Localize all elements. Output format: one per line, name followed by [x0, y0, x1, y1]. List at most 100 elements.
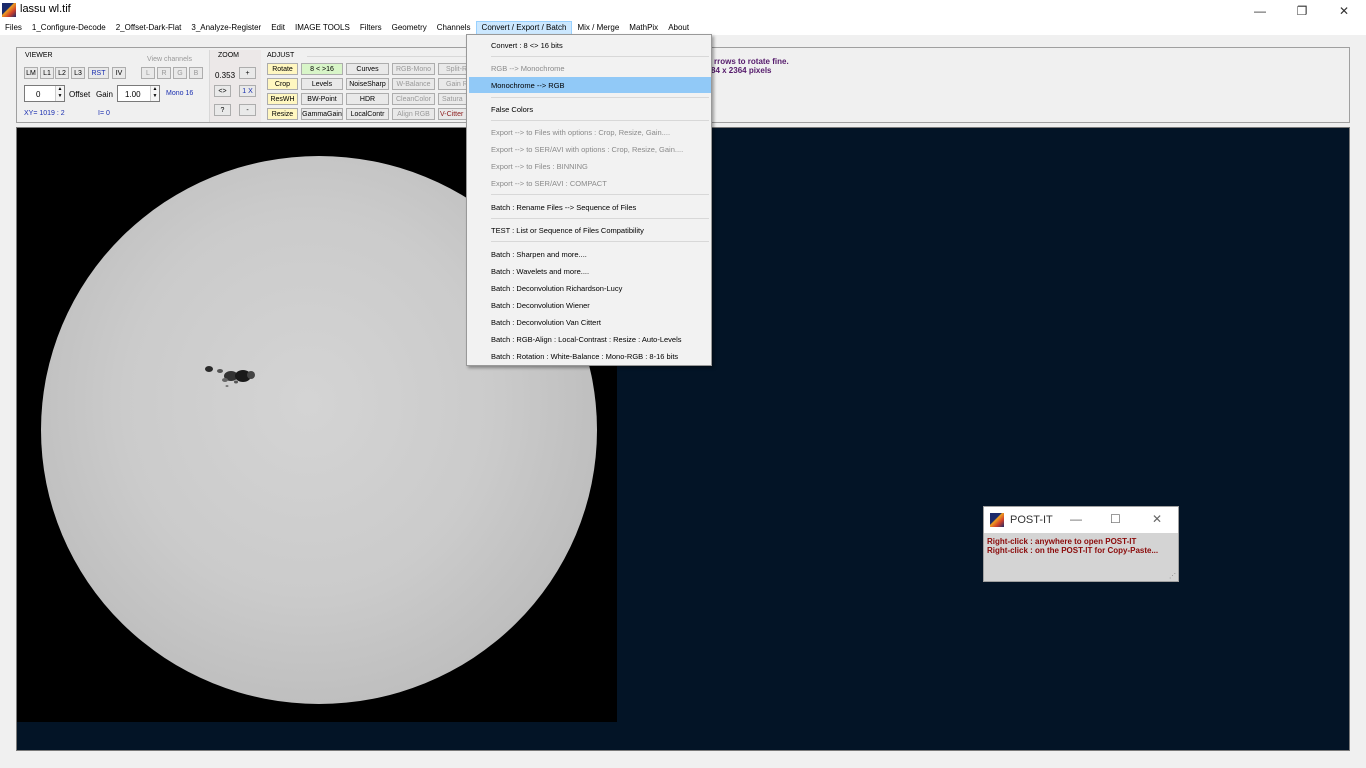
menu-item-batch-rename[interactable]: Batch : Rename Files --> Sequence of Fil…: [491, 203, 636, 212]
menu-item-mono-to-rgb[interactable]: Monochrome --> RGB: [491, 81, 565, 90]
rotate-button[interactable]: Rotate: [267, 63, 298, 75]
crop-button[interactable]: Crop: [267, 78, 298, 90]
menu-item-export-binning[interactable]: Export --> to Files : BINNING: [491, 162, 588, 171]
menu-channels[interactable]: Channels: [432, 21, 476, 35]
hdr-button[interactable]: HDR: [346, 93, 389, 105]
postit-maximize-button[interactable]: ☐: [1110, 512, 1121, 526]
zoom-value: 0.353: [215, 71, 236, 80]
menu-geometry[interactable]: Geometry: [387, 21, 432, 35]
channel-g-button[interactable]: G: [173, 67, 187, 79]
xy-readout: XY= 1019 : 2: [24, 110, 65, 117]
menu-item-rgb-to-mono[interactable]: RGB --> Monochrome: [491, 64, 565, 73]
intensity-readout: I= 0: [98, 110, 110, 117]
zoom-out-button[interactable]: -: [239, 104, 256, 116]
bw-point-button[interactable]: BW-Point: [301, 93, 343, 105]
channel-b-button[interactable]: B: [189, 67, 203, 79]
postit-line-2: Right-click : on the POST-IT for Copy-Pa…: [987, 546, 1159, 555]
menu-item-batch-sharpen[interactable]: Batch : Sharpen and more....: [491, 250, 587, 259]
postit-window[interactable]: POST-IT — ☐ ✕ Right-click : anywhere to …: [983, 506, 1179, 582]
gain-label: Gain: [96, 90, 113, 99]
menu-separator: [491, 97, 709, 98]
rst-button[interactable]: RST: [88, 67, 109, 79]
menu-configure-decode[interactable]: 1_Configure-Decode: [27, 21, 111, 35]
menu-edit[interactable]: Edit: [266, 21, 290, 35]
saturation-button[interactable]: Satura: [438, 93, 468, 105]
align-rgb-button[interactable]: Align RGB: [392, 108, 435, 120]
localcontr-button[interactable]: LocalContr: [346, 108, 389, 120]
noisesharp-button[interactable]: NoiseSharp: [346, 78, 389, 90]
offset-label: Offset: [69, 90, 91, 99]
menu-mix-merge[interactable]: Mix / Merge: [572, 21, 624, 35]
menu-bar: Files 1_Configure-Decode 2_Offset-Dark-F…: [0, 21, 1366, 35]
reswh-button[interactable]: ResWH: [267, 93, 298, 105]
close-button[interactable]: ✕: [1322, 0, 1366, 21]
menu-analyze-register[interactable]: 3_Analyze-Register: [186, 21, 266, 35]
menu-files[interactable]: Files: [0, 21, 27, 35]
stepper-arrows-icon[interactable]: ▲ ▼: [55, 86, 64, 101]
menu-separator: [491, 194, 709, 195]
menu-offset-dark-flat[interactable]: 2_Offset-Dark-Flat: [111, 21, 187, 35]
channel-r-button[interactable]: R: [157, 67, 171, 79]
maximize-button[interactable]: ❐: [1280, 0, 1324, 21]
zoom-help-button[interactable]: ?: [214, 104, 231, 116]
menu-item-test-compatibility[interactable]: TEST : List or Sequence of Files Compati…: [491, 226, 644, 235]
lm-button[interactable]: LM: [24, 67, 38, 79]
menu-image-tools[interactable]: IMAGE TOOLS: [290, 21, 355, 35]
viewer-label: VIEWER: [25, 52, 53, 59]
cleancolor-button[interactable]: CleanColor: [392, 93, 435, 105]
menu-item-batch-deconv-wiener[interactable]: Batch : Deconvolution Wiener: [491, 301, 590, 310]
info-line-size: 84 x 2364 pixels: [711, 66, 772, 75]
bit-convert-button[interactable]: 8 < >16: [301, 63, 343, 75]
gain-value: 1.00: [125, 90, 141, 99]
menu-item-batch-deconv-vancittert[interactable]: Batch : Deconvolution Van Cittert: [491, 318, 601, 327]
view-channels-label: View channels: [147, 56, 193, 63]
rgb-mono-button[interactable]: RGB-Mono: [392, 63, 435, 75]
zoom-1x-button[interactable]: 1 X: [239, 85, 256, 97]
iv-button[interactable]: IV: [112, 67, 126, 79]
menu-filters[interactable]: Filters: [355, 21, 387, 35]
adjust-divider: [307, 56, 467, 57]
split-rgb-button[interactable]: Split-R: [438, 63, 468, 75]
channel-l-button[interactable]: L: [141, 67, 155, 79]
gain-stepper[interactable]: 1.00 ▲ ▼: [117, 85, 160, 102]
menu-mathpix[interactable]: MathPix: [624, 21, 663, 35]
zoom-in-button[interactable]: +: [239, 67, 256, 79]
title-bar: lassu wl.tif — ❐ ✕: [0, 0, 1366, 21]
resize-button[interactable]: Resize: [267, 108, 298, 120]
curves-button[interactable]: Curves: [346, 63, 389, 75]
w-balance-button[interactable]: W-Balance: [392, 78, 435, 90]
offset-stepper[interactable]: 0 ▲ ▼: [24, 85, 65, 102]
offset-value: 0: [36, 90, 41, 99]
v-citter-button[interactable]: V-Citter: [438, 108, 468, 120]
menu-item-batch-rotation[interactable]: Batch : Rotation : White-Balance : Mono-…: [491, 352, 678, 361]
stepper-arrows-icon[interactable]: ▲ ▼: [150, 86, 159, 101]
app-logo-icon: [2, 3, 16, 17]
menu-item-export-ser-options[interactable]: Export --> to SER/AVI with options : Cro…: [491, 145, 683, 154]
menu-separator: [491, 218, 709, 219]
l2-button[interactable]: L2: [55, 67, 69, 79]
menu-item-batch-deconv-rl[interactable]: Batch : Deconvolution Richardson-Lucy: [491, 284, 622, 293]
zoom-fit-button[interactable]: <>: [214, 85, 231, 97]
menu-separator: [491, 56, 709, 57]
menu-about[interactable]: About: [663, 21, 694, 35]
postit-minimize-button[interactable]: —: [1070, 512, 1082, 526]
levels-button[interactable]: Levels: [301, 78, 343, 90]
app-logo-icon: [990, 513, 1004, 527]
menu-convert-export-batch[interactable]: Convert / Export / Batch: [475, 21, 573, 35]
gain-rgb-button[interactable]: Gain R: [438, 78, 468, 90]
postit-title-bar[interactable]: POST-IT — ☐ ✕: [984, 507, 1178, 533]
adjust-label: ADJUST: [267, 52, 295, 59]
minimize-button[interactable]: —: [1238, 0, 1282, 21]
resize-grip-icon[interactable]: ⋰: [1169, 572, 1176, 580]
menu-item-export-files-options[interactable]: Export --> to Files with options : Crop,…: [491, 128, 670, 137]
menu-separator: [491, 241, 709, 242]
menu-item-batch-wavelets[interactable]: Batch : Wavelets and more....: [491, 267, 589, 276]
l3-button[interactable]: L3: [71, 67, 85, 79]
l1-button[interactable]: L1: [40, 67, 54, 79]
menu-item-export-compact[interactable]: Export --> to SER/AVI : COMPACT: [491, 179, 607, 188]
menu-item-false-colors[interactable]: False Colors: [491, 105, 533, 114]
menu-item-convert-bits[interactable]: Convert : 8 <> 16 bits: [491, 41, 563, 50]
postit-close-button[interactable]: ✕: [1152, 512, 1162, 526]
menu-item-batch-rgb-align[interactable]: Batch : RGB-Align : Local-Contrast : Res…: [491, 335, 682, 344]
gammagain-button[interactable]: GammaGain: [301, 108, 343, 120]
